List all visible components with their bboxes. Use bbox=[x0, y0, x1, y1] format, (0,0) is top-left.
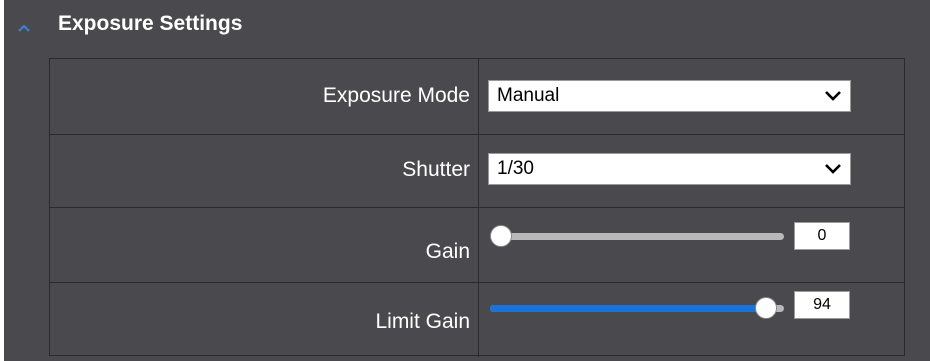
gain-label: Gain bbox=[425, 240, 470, 263]
gain-row: Gain 0 bbox=[50, 208, 904, 283]
shutter-value: 1/30 bbox=[497, 158, 534, 179]
limit-gain-row: Limit Gain 94 bbox=[50, 283, 904, 357]
shutter-select[interactable]: 1/30 bbox=[488, 153, 851, 185]
gain-value-input[interactable]: 0 bbox=[794, 222, 850, 250]
limit-gain-label-cell: Limit Gain bbox=[50, 283, 479, 357]
chevron-down-icon bbox=[825, 164, 841, 174]
exposure-mode-label: Exposure Mode bbox=[322, 84, 470, 107]
chevron-down-icon bbox=[825, 91, 841, 101]
exposure-mode-select[interactable]: Manual bbox=[488, 80, 851, 112]
limit-gain-value-input[interactable]: 94 bbox=[794, 291, 850, 319]
panel-header[interactable]: Exposure Settings bbox=[4, 0, 930, 52]
panel-title: Exposure Settings bbox=[58, 12, 243, 35]
exposure-settings-panel: Exposure Settings Exposure Mode Manual S… bbox=[4, 0, 930, 361]
limit-gain-slider-thumb[interactable] bbox=[755, 297, 778, 319]
settings-table: Exposure Mode Manual Shutter 1/30 Gain 0… bbox=[49, 58, 905, 357]
limit-gain-slider-fill bbox=[490, 305, 767, 312]
gain-slider-thumb[interactable] bbox=[490, 225, 512, 247]
shutter-label-cell: Shutter bbox=[50, 135, 479, 207]
exposure-mode-label-cell: Exposure Mode bbox=[50, 59, 479, 134]
shutter-row: Shutter 1/30 bbox=[50, 135, 904, 208]
limit-gain-slider[interactable] bbox=[490, 297, 784, 319]
gain-slider[interactable] bbox=[490, 225, 784, 247]
exposure-mode-value: Manual bbox=[497, 85, 560, 106]
limit-gain-label: Limit Gain bbox=[375, 310, 470, 333]
chevron-up-icon[interactable] bbox=[18, 24, 30, 32]
gain-label-cell: Gain bbox=[50, 208, 479, 282]
exposure-mode-row: Exposure Mode Manual bbox=[50, 59, 904, 135]
shutter-label: Shutter bbox=[402, 158, 470, 181]
